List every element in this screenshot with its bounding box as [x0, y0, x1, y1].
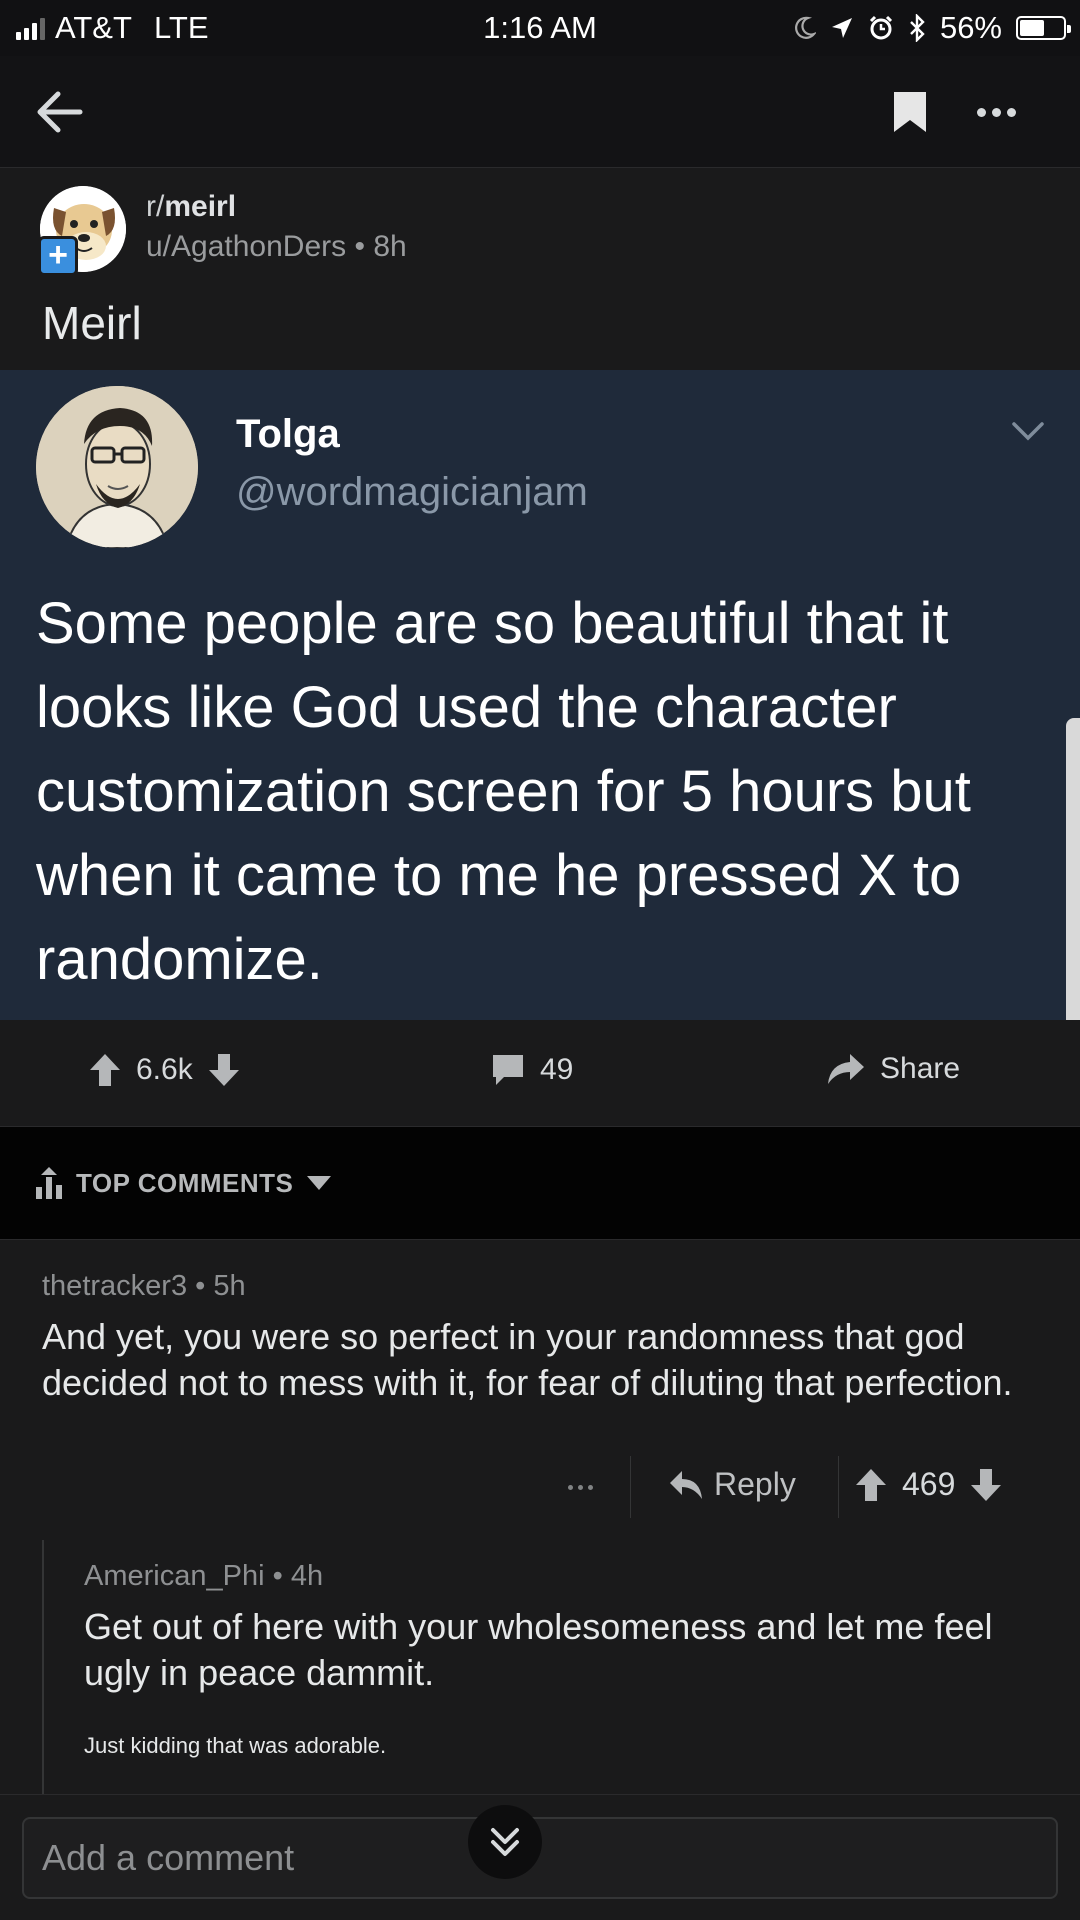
- top-sort-icon: [36, 1167, 62, 1199]
- double-chevron-down-icon: [491, 1828, 519, 1856]
- comment-bar: [0, 1794, 1080, 1920]
- comment-count: 49: [540, 1053, 574, 1086]
- share-label: Share: [880, 1052, 961, 1085]
- back-button[interactable]: [30, 82, 90, 142]
- reply-button[interactable]: Reply: [668, 1466, 796, 1503]
- post-author[interactable]: u/AgathonDers: [146, 230, 346, 263]
- comment: thetracker3 • 5h And yet, you were so pe…: [0, 1240, 1080, 1540]
- downvote-icon[interactable]: [969, 1467, 1003, 1503]
- comments-button[interactable]: 49: [490, 1052, 573, 1088]
- more-dots-icon: [567, 1484, 573, 1490]
- do-not-disturb-icon: [794, 16, 816, 39]
- share-button[interactable]: Share: [826, 1052, 960, 1086]
- join-subreddit-button[interactable]: +: [38, 236, 78, 276]
- comment-sort-bar: TOP COMMENTS: [0, 1126, 1080, 1240]
- upvote-icon[interactable]: [854, 1467, 888, 1503]
- status-right: 56%: [794, 10, 1071, 46]
- comment-body: And yet, you were so perfect in your ran…: [42, 1316, 1013, 1403]
- sort-label: TOP COMMENTS: [76, 1167, 294, 1198]
- comment-vote-group: 469: [854, 1466, 1003, 1503]
- location-icon: [831, 18, 852, 38]
- next-comment-button[interactable]: [468, 1805, 542, 1879]
- portrait-icon: [36, 386, 198, 548]
- more-icon: [976, 107, 986, 117]
- more-dots-icon-dot: [577, 1484, 583, 1490]
- save-button[interactable]: [892, 90, 928, 134]
- comment-age: 4h: [290, 1560, 324, 1592]
- post-score: 6.6k: [136, 1053, 193, 1086]
- comment-bubble-icon: [493, 1055, 523, 1085]
- tweet-author-handle: @wordmagicianjam: [236, 470, 588, 514]
- post-image[interactable]: Tolga @wordmagicianjam Some people are s…: [0, 370, 1080, 1020]
- subreddit-link[interactable]: r/meirl: [146, 190, 236, 224]
- comment-meta: American_Phi • 4h: [84, 1560, 324, 1592]
- reply-arrow-icon: [670, 1470, 702, 1499]
- caret-down-icon: [307, 1176, 332, 1190]
- comment-actions: Reply 469: [540, 1456, 1060, 1522]
- tweet-author-name: Tolga: [236, 412, 340, 456]
- more-icon-dot: [1006, 107, 1016, 117]
- alarm-icon: [869, 15, 893, 40]
- comment-age: 5h: [213, 1270, 246, 1302]
- tweet-avatar: [36, 386, 198, 548]
- post-age: 8h: [373, 230, 407, 263]
- thread-line[interactable]: [42, 1540, 44, 1794]
- scroll-indicator: [1066, 718, 1080, 1020]
- more-icon-dot: [991, 107, 1001, 117]
- more-options-button[interactable]: [966, 90, 1026, 134]
- battery-icon: [1016, 16, 1071, 40]
- tweet-text: Some people are so beautiful that it loo…: [36, 591, 971, 992]
- nav-bar: [0, 56, 1080, 168]
- comment-small-text: Just kidding that was adorable.: [84, 1733, 387, 1758]
- status-bar: AT&T LTE 1:16 AM 56%: [0, 0, 1080, 56]
- upvote-icon[interactable]: [88, 1052, 122, 1088]
- post-title: Meirl: [42, 297, 142, 349]
- subreddit-prefix: r/: [146, 190, 165, 223]
- chevron-down-icon: [1012, 422, 1044, 441]
- sort-dropdown[interactable]: TOP COMMENTS: [34, 1167, 333, 1199]
- more-dots-icon-dot: [587, 1484, 593, 1490]
- comment-author[interactable]: thetracker3: [42, 1270, 187, 1302]
- comment-author[interactable]: American_Phi: [84, 1560, 265, 1592]
- post-meta: u/AgathonDers • 8h: [146, 230, 407, 263]
- back-arrow-icon: [37, 91, 83, 133]
- comment-more-button[interactable]: [540, 1462, 620, 1512]
- post-header: + r/meirl u/AgathonDers • 8h Meirl: [0, 168, 1080, 370]
- subreddit-name: meirl: [164, 190, 237, 223]
- comment-reply: American_Phi • 4h Get out of here with y…: [0, 1540, 1080, 1794]
- divider: [630, 1456, 631, 1518]
- post-action-row: 6.6k 49 Share: [0, 1020, 1080, 1126]
- share-arrow-icon: [828, 1054, 864, 1084]
- divider: [838, 1456, 839, 1518]
- battery-percent: 56%: [939, 10, 1002, 45]
- comment-meta: thetracker3 • 5h: [42, 1270, 246, 1302]
- bookmark-icon: [894, 92, 926, 132]
- downvote-icon[interactable]: [207, 1052, 241, 1088]
- comment-body: Get out of here with your wholesomeness …: [84, 1606, 993, 1693]
- bluetooth-icon: [910, 14, 925, 42]
- comment-score: 469: [902, 1466, 956, 1502]
- reply-label: Reply: [714, 1466, 796, 1502]
- post-vote-group: 6.6k: [88, 1052, 241, 1088]
